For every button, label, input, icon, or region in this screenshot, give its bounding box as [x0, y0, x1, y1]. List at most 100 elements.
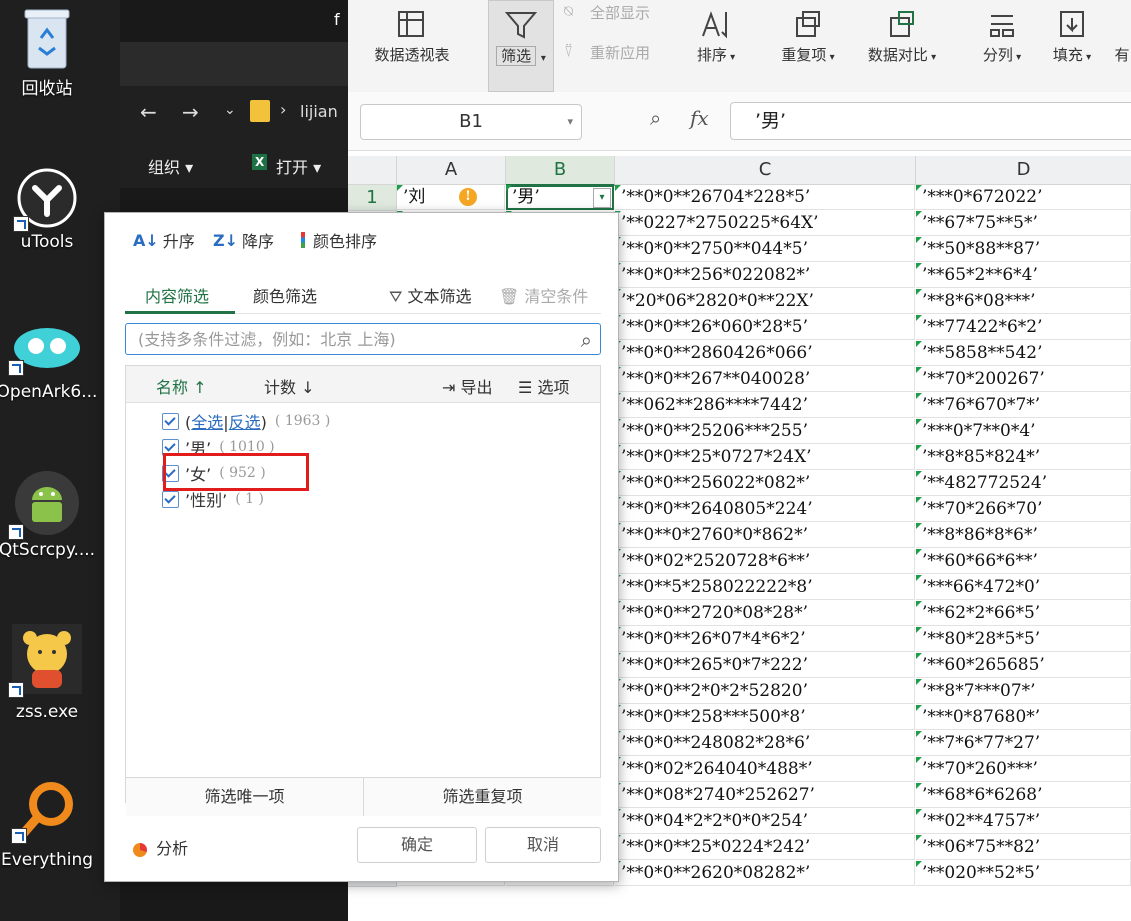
cell-d[interactable]: ’***66*472*0’ [916, 575, 1131, 600]
reapply-button[interactable]: ⍢ 重新应用 [564, 40, 668, 80]
formula-input[interactable]: ’男’ [730, 102, 1131, 140]
cell-c[interactable]: ’**0*0**258***500*8’ [615, 705, 915, 730]
cell-c[interactable]: ’**0*0**26*060*28*5’ [615, 315, 915, 340]
filter-unique-button[interactable]: 筛选唯一项 [126, 777, 364, 816]
cell-c[interactable]: ’**0*0**2640805*224’ [615, 497, 915, 522]
ok-button[interactable]: 确定 [357, 827, 477, 863]
cell-d[interactable]: ’**67*75**5*’ [916, 211, 1131, 236]
cell-c[interactable]: ’**0*0**25206***255’ [615, 419, 915, 444]
fill-button[interactable]: 填充 ▾ [1042, 0, 1102, 92]
tab-color-filter[interactable]: 颜色筛选 [253, 283, 317, 307]
cell-c[interactable]: ’**0*02*2520728*6**’ [615, 549, 915, 574]
cell-c[interactable]: ’**0*0**265*0*7*222’ [615, 653, 915, 678]
name-box[interactable]: B1 ▾ [360, 104, 582, 140]
cell-c[interactable]: ’**0*0**2860426*066’ [615, 341, 915, 366]
checkbox-checked-icon[interactable] [162, 490, 179, 508]
cell-d[interactable]: ’**70*200267’ [916, 367, 1131, 392]
back-arrow-icon[interactable]: ← [140, 100, 157, 124]
cell-d[interactable]: ’**50*88**87’ [916, 237, 1131, 262]
cell-d[interactable]: ’**5858**542’ [916, 341, 1131, 366]
cell-d[interactable]: ’**8*85*824*’ [916, 445, 1131, 470]
desktop-icon-utools[interactable]: uTools [0, 168, 102, 252]
cell-c[interactable]: ’**0**0*2760*0*862*’ [615, 523, 915, 548]
cancel-button[interactable]: 取消 [485, 827, 601, 863]
cell-b[interactable]: ’男’ ▾ [506, 185, 614, 210]
cell-d[interactable]: ’**60*66*6**’ [916, 549, 1131, 574]
zoom-search-icon[interactable]: ⌕ [650, 106, 661, 130]
cell-d[interactable]: ’***0*7**0*4’ [916, 419, 1131, 444]
sort-button[interactable]: 排序 ▾ [686, 0, 746, 92]
cell-d[interactable]: ’**8*6*08***’ [916, 289, 1131, 314]
cell-c[interactable]: ’**0*0**256*022082*’ [615, 263, 915, 288]
filter-button[interactable]: 筛选 ▾ [488, 0, 554, 92]
cell-c[interactable]: ’**0*0**25*0727*24X’ [615, 445, 915, 470]
cell-c[interactable]: ’**0*0**2720*08*28*’ [615, 601, 915, 626]
cell-c[interactable]: ’**0*04*2*2*0*0*254’ [615, 809, 915, 834]
cell-d[interactable]: ’**8*86*8*6*’ [916, 523, 1131, 548]
cell-d[interactable]: ’**482772524’ [916, 471, 1131, 496]
cell-c[interactable]: ’**0*0**2750**044*5’ [615, 237, 915, 262]
cell-d[interactable]: ’**8*7***07*’ [916, 679, 1131, 704]
split-column-button[interactable]: 分列 ▾ [974, 0, 1030, 92]
cell-c[interactable]: ’**0*0**2620*08282*’ [615, 861, 915, 886]
tab-content-filter[interactable]: 内容筛选 [145, 283, 209, 307]
show-all-button[interactable]: ⍉ 全部显示 [564, 0, 668, 40]
cell-c[interactable]: ’**0*0**2*0*2*52820’ [615, 679, 915, 704]
row-header[interactable]: 1 [348, 185, 397, 211]
cell-c[interactable]: ’**0*08*2740*252627’ [615, 783, 915, 808]
filter-search-input[interactable]: (支持多条件过滤，例如：北京 上海) ⌕ [125, 323, 601, 355]
cell-c[interactable]: ’**0*0**26*07*4*6*2’ [615, 627, 915, 652]
filter-duplicates-button[interactable]: 筛选重复项 [364, 777, 601, 816]
sort-descending-button[interactable]: Z↓ 降序 [213, 225, 274, 255]
cell-c[interactable]: ’**0*0**25*0224*242’ [615, 835, 915, 860]
cell-d[interactable]: ’***0*672022’ [916, 185, 1131, 210]
cell-c[interactable]: ’**0*0**267**040028’ [615, 367, 915, 392]
cell-c[interactable]: ’**0**5*258022222*8’ [615, 575, 915, 600]
forward-arrow-icon[interactable]: → [182, 100, 199, 124]
pivot-table-button[interactable]: 数据透视表 [364, 0, 460, 92]
cell-d[interactable]: ’**65*2**6*4’ [916, 263, 1131, 288]
cell-d[interactable]: ’**020**52*5’ [916, 861, 1131, 886]
desktop-icon-qtscrcpy[interactable]: QtScrcpy.... [0, 470, 102, 560]
sort-ascending-button[interactable]: A↓ 升序 [133, 225, 195, 255]
list-item-select-all[interactable]: (全选|反选) ( 1963 ) [162, 408, 330, 434]
duplicates-button[interactable]: 重复项 ▾ [768, 0, 848, 92]
data-compare-button[interactable]: 数据对比 ▾ [856, 0, 948, 92]
filter-dropdown-icon[interactable]: ▾ [593, 188, 611, 208]
column-header-d[interactable]: D [916, 156, 1131, 185]
cell-d[interactable]: ’**7*6*77*27’ [916, 731, 1131, 756]
chevron-down-icon[interactable]: ⌄ [224, 102, 236, 118]
fx-label[interactable]: fx [690, 106, 709, 130]
cell-c[interactable]: ’**0*0**248082*28*6’ [615, 731, 915, 756]
cell-d[interactable]: ’***0*87680*’ [916, 705, 1131, 730]
column-header-b[interactable]: B [506, 156, 615, 186]
cell-c[interactable]: ’**0*02*264040*488*’ [615, 757, 915, 782]
clear-conditions-button[interactable]: 🗑 清空条件 [499, 283, 588, 307]
column-header-a[interactable]: A [397, 156, 506, 185]
select-all-link[interactable]: 全选 [191, 413, 223, 432]
cell-c[interactable]: ’*20*06*2820*0**22X’ [615, 289, 915, 314]
column-header-c[interactable]: C [615, 156, 916, 185]
cell-c[interactable]: ’**0227*2750225*64X’ [615, 211, 915, 236]
color-sort-button[interactable]: 颜色排序 [301, 225, 377, 255]
cell-d[interactable]: ’**80*28*5*5’ [916, 627, 1131, 652]
cell-d[interactable]: ’**77422*6*2’ [916, 315, 1131, 340]
sort-by-name-button[interactable]: 名称 ↑ [156, 374, 207, 398]
cell-d[interactable]: ’**76*670*7*’ [916, 393, 1131, 418]
desktop-icon-recycle-bin[interactable]: 回收站 [0, 4, 102, 99]
options-button[interactable]: ☰ 选项 [518, 374, 569, 398]
cell-d[interactable]: ’**60*265685’ [916, 653, 1131, 678]
select-all-corner[interactable] [348, 156, 397, 185]
cell-d[interactable]: ’**70*260***’ [916, 757, 1131, 782]
organize-button[interactable]: 组织 ▾ [148, 154, 193, 178]
cell-d[interactable]: ’**06*75**82’ [916, 835, 1131, 860]
text-filter-button[interactable]: ⛛ 文本筛选 [389, 283, 472, 307]
open-button[interactable]: 打开 ▾ [276, 154, 321, 178]
more-button[interactable]: 有 [1112, 44, 1131, 74]
cell-c[interactable]: ’**0*0**256022*082*’ [615, 471, 915, 496]
export-button[interactable]: ⇥ 导出 [442, 374, 493, 398]
desktop-icon-everything[interactable]: Everything [0, 780, 102, 870]
cell-c[interactable]: ’**0*0**26704*228*5’ [615, 185, 915, 210]
invert-selection-link[interactable]: 反选 [229, 413, 261, 432]
sort-by-count-button[interactable]: 计数 ↓ [264, 374, 315, 398]
